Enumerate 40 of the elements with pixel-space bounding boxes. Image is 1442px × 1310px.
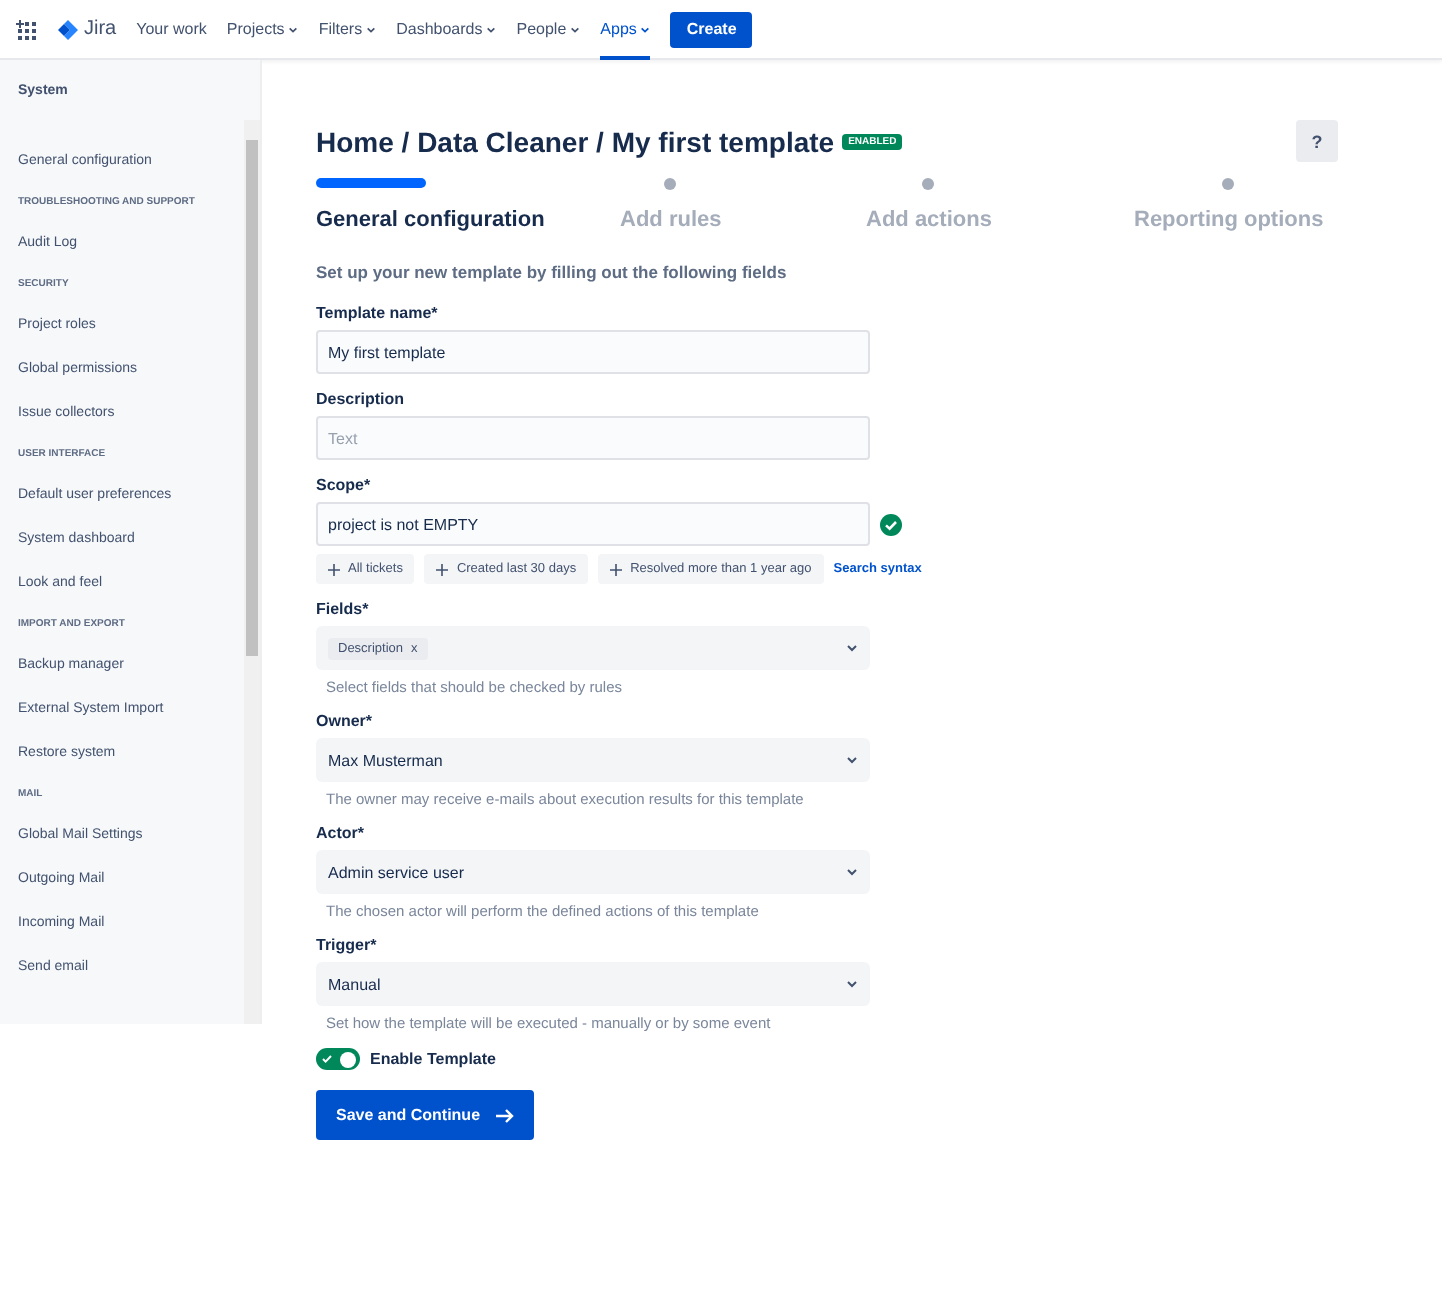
help-button[interactable]: ? xyxy=(1296,120,1338,162)
save-continue-button[interactable]: Save and Continue xyxy=(316,1090,535,1140)
scrollbar[interactable] xyxy=(244,120,260,1024)
chevron-down-icon xyxy=(846,756,858,764)
field-label: Fields* xyxy=(316,600,371,618)
toggle-label: Enable Template xyxy=(370,1050,496,1068)
arrow-right-icon xyxy=(496,1107,515,1123)
chevron-down-icon xyxy=(846,868,858,876)
select-field[interactable]: Manual xyxy=(316,962,870,1006)
input-field[interactable]: project is not EMPTY xyxy=(316,502,870,546)
nav-item[interactable]: Apps xyxy=(600,0,651,59)
plus-icon xyxy=(436,563,449,575)
field-label: Trigger* xyxy=(316,936,379,954)
input-field[interactable]: Text xyxy=(316,416,870,460)
input-field[interactable]: My first template xyxy=(316,330,870,374)
chevron-down-icon xyxy=(846,644,858,652)
nav-item[interactable]: People xyxy=(516,0,581,59)
breadcrumb: Home / Data Cleaner / My first template xyxy=(316,125,835,157)
chevron-down-icon xyxy=(846,980,858,988)
nav-item[interactable]: Filters xyxy=(318,0,377,59)
field-label: Template name* xyxy=(316,304,440,322)
plus-icon xyxy=(328,563,340,575)
logo-icon xyxy=(58,19,78,39)
field-label: Description xyxy=(316,390,407,408)
field-label: Actor* xyxy=(316,824,367,842)
intro-text: Set up your new template by filling out the following fields xyxy=(316,262,789,282)
app-grid-icon[interactable] xyxy=(16,19,38,39)
product-name: Jira xyxy=(84,18,117,40)
field-label: Owner* xyxy=(316,712,375,730)
plus-icon xyxy=(610,563,623,575)
toggle-switch[interactable] xyxy=(316,1048,360,1070)
field-label: Scope* xyxy=(316,476,373,494)
step-tab[interactable]: General configuration xyxy=(316,208,545,232)
check-icon xyxy=(322,1054,332,1064)
select-field[interactable]: Max Musterman xyxy=(316,738,870,782)
create-button[interactable]: Create xyxy=(670,11,753,47)
select-field[interactable]: Admin service user xyxy=(316,850,870,894)
nav-item[interactable]: Dashboards xyxy=(396,0,497,59)
nav-item[interactable]: Projects xyxy=(226,0,299,59)
nav-item[interactable]: Your work xyxy=(136,0,207,59)
